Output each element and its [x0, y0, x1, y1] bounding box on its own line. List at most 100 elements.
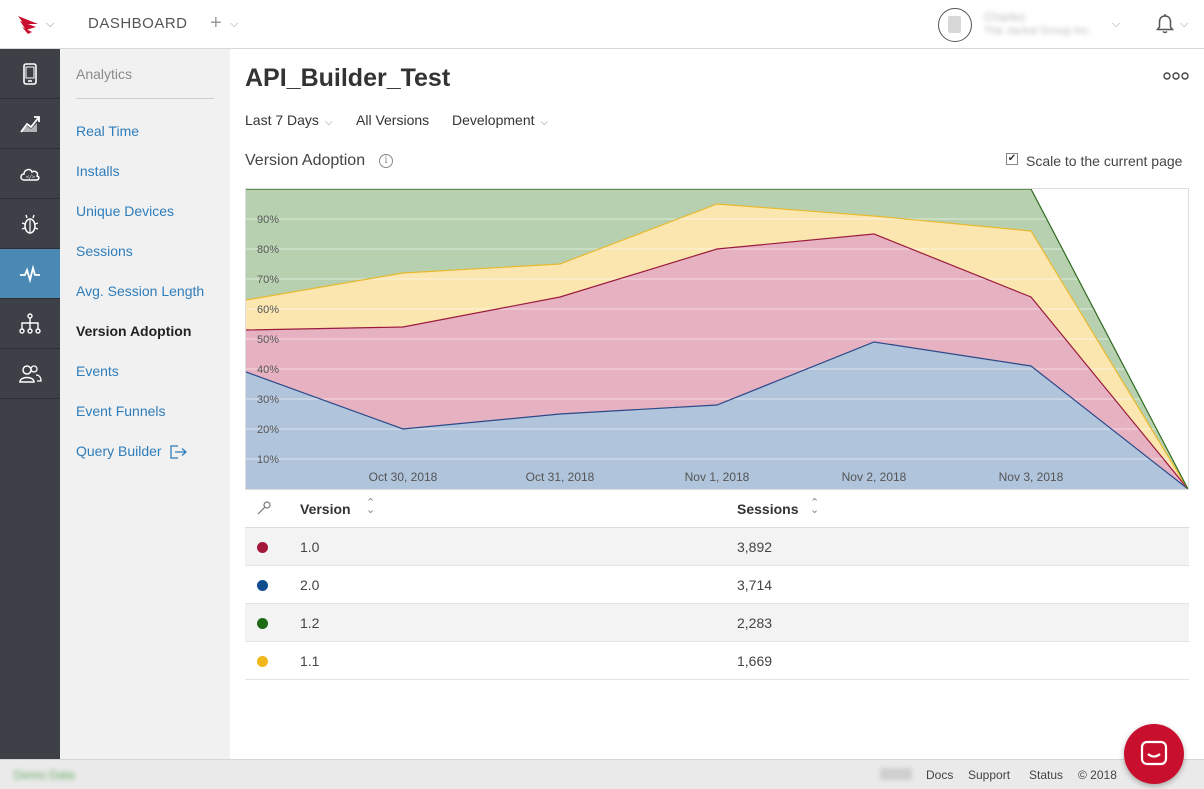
users-icon: [19, 364, 42, 383]
sort-icon[interactable]: ⌃ ⌄: [366, 498, 375, 516]
subnav-heading: Analytics: [76, 66, 133, 82]
subnav-item-event-funnels[interactable]: Event Funnels: [76, 403, 166, 419]
subnav-item-avg-session-length[interactable]: Avg. Session Length: [76, 283, 204, 299]
sessions-cell: 3,892: [737, 539, 773, 555]
environment-dropdown[interactable]: Development ⌵: [452, 112, 548, 128]
section-title: Version Adoption: [245, 152, 366, 169]
chat-icon: [1140, 740, 1168, 766]
brand-logo-icon[interactable]: [16, 12, 40, 36]
footer: Demo Data Docs Support Status © 2018: [0, 759, 1204, 789]
table-row[interactable]: 1.2 2,283: [245, 604, 1189, 642]
hierarchy-icon: [19, 312, 41, 334]
environment-value: Development: [452, 112, 535, 128]
chat-launcher-button[interactable]: [1124, 724, 1184, 784]
sessions-column-header[interactable]: Sessions: [737, 501, 798, 517]
analytics-subnav: Analytics Real Time Installs Unique Devi…: [60, 49, 230, 759]
scale-checkbox[interactable]: ✔: [1006, 153, 1018, 165]
version-cell: 1.2: [300, 615, 320, 631]
x-tick-label: Oct 31, 2018: [526, 470, 595, 484]
x-tick-label: Oct 30, 2018: [369, 470, 438, 484]
sessions-cell: 2,283: [737, 615, 773, 631]
version-filter-dropdown[interactable]: All Versions: [356, 112, 429, 128]
table-row[interactable]: 2.0 3,714: [245, 566, 1189, 604]
y-tick-label: 70%: [257, 274, 279, 286]
pin-icon[interactable]: [257, 501, 271, 515]
subnav-item-query-builder[interactable]: Query Builder: [76, 443, 188, 459]
y-tick-label: 10%: [257, 454, 279, 466]
user-org: The Jackal Group Inc.: [984, 25, 1092, 37]
version-table: Version ⌃ ⌄ Sessions ⌃ ⌄ 1.0 3,892 2.0 3,7…: [245, 490, 1189, 680]
app-switcher-chevron-icon[interactable]: ⌵: [46, 18, 54, 31]
sessions-cell: 1,669: [737, 653, 773, 669]
series-color-dot: [257, 542, 268, 553]
notifications-bell-icon[interactable]: [1154, 13, 1176, 35]
x-tick-label: Nov 3, 2018: [999, 470, 1064, 484]
subnav-item-label: Query Builder: [76, 443, 162, 459]
chevron-down-icon: ⌵: [324, 117, 333, 128]
footer-copyright: © 2018: [1078, 768, 1117, 782]
external-link-icon: [169, 445, 187, 459]
version-adoption-chart: 10% 20% 30% 40% 50% 60% 70% 80% 90% Oct 30, 2018 O…: [245, 188, 1189, 490]
subnav-item-real-time[interactable]: Real Time: [76, 123, 139, 139]
series-color-dot: [257, 580, 268, 591]
user-name[interactable]: Charles: [984, 10, 1025, 24]
footer-left-text: Demo Data: [14, 768, 75, 782]
nav-crash[interactable]: [0, 199, 60, 249]
subnav-item-unique-devices[interactable]: Unique Devices: [76, 203, 174, 219]
notifications-chevron-icon[interactable]: ⌵: [1180, 18, 1188, 31]
y-tick-label: 60%: [257, 304, 279, 316]
sort-icon[interactable]: ⌃ ⌄: [810, 498, 819, 516]
subnav-item-installs[interactable]: Installs: [76, 163, 120, 179]
scale-checkbox-label[interactable]: Scale to the current page: [1026, 153, 1182, 169]
nav-trend[interactable]: [0, 99, 60, 149]
info-icon[interactable]: i: [379, 154, 393, 168]
table-header: Version ⌃ ⌄ Sessions ⌃ ⌄: [245, 490, 1189, 528]
version-cell: 1.1: [300, 653, 320, 669]
nav-api-builder[interactable]: </>: [0, 149, 60, 199]
add-button[interactable]: +: [210, 12, 222, 35]
table-row[interactable]: 1.1 1,669: [245, 642, 1189, 680]
y-tick-label: 20%: [257, 424, 279, 436]
date-range-value: Last 7 Days: [245, 112, 319, 128]
nav-mobile[interactable]: [0, 49, 60, 99]
add-chevron-icon[interactable]: ⌵: [230, 18, 238, 31]
table-row[interactable]: 1.0 3,892: [245, 528, 1189, 566]
dashboard-link[interactable]: DASHBOARD: [88, 15, 188, 32]
y-tick-label: 50%: [257, 334, 279, 346]
version-column-header[interactable]: Version: [300, 501, 351, 517]
date-range-dropdown[interactable]: Last 7 Days ⌵: [245, 112, 333, 128]
series-color-dot: [257, 656, 268, 667]
subnav-item-events[interactable]: Events: [76, 363, 119, 379]
cloud-api-icon: </>: [20, 168, 40, 181]
footer-link-docs[interactable]: Docs: [926, 768, 953, 782]
subnav-item-version-adoption[interactable]: Version Adoption: [76, 323, 191, 339]
chart-svg: 10% 20% 30% 40% 50% 60% 70% 80% 90% Oct 30, 2018 O…: [246, 189, 1188, 489]
x-tick-label: Nov 1, 2018: [685, 470, 750, 484]
nav-hierarchy[interactable]: [0, 299, 60, 349]
y-tick-label: 90%: [257, 214, 279, 226]
series-color-dot: [257, 618, 268, 629]
y-tick-label: 30%: [257, 394, 279, 406]
x-tick-label: Nov 2, 2018: [842, 470, 907, 484]
analytics-pulse-icon: [20, 264, 40, 283]
mobile-icon: [23, 62, 37, 85]
version-cell: 2.0: [300, 577, 320, 593]
footer-link-status[interactable]: Status: [1029, 768, 1063, 782]
version-cell: 1.0: [300, 539, 320, 555]
nav-analytics[interactable]: [0, 249, 60, 299]
chevron-down-icon: ⌵: [540, 117, 549, 128]
y-tick-label: 40%: [257, 364, 279, 376]
page-title: API_Builder_Test: [245, 64, 451, 92]
subnav-item-sessions[interactable]: Sessions: [76, 243, 133, 259]
nav-users[interactable]: [0, 349, 60, 399]
footer-link-support[interactable]: Support: [968, 768, 1010, 782]
svg-text:</>: </>: [26, 174, 35, 180]
trend-icon: [20, 115, 40, 133]
user-avatar[interactable]: [938, 8, 972, 42]
y-tick-label: 80%: [257, 244, 279, 256]
more-options-icon[interactable]: [1163, 68, 1189, 84]
icon-sidebar: </>: [0, 49, 60, 759]
version-filter-value: All Versions: [356, 112, 430, 128]
user-menu-chevron-icon[interactable]: ⌵: [1112, 18, 1120, 31]
subnav-divider: [76, 98, 214, 99]
